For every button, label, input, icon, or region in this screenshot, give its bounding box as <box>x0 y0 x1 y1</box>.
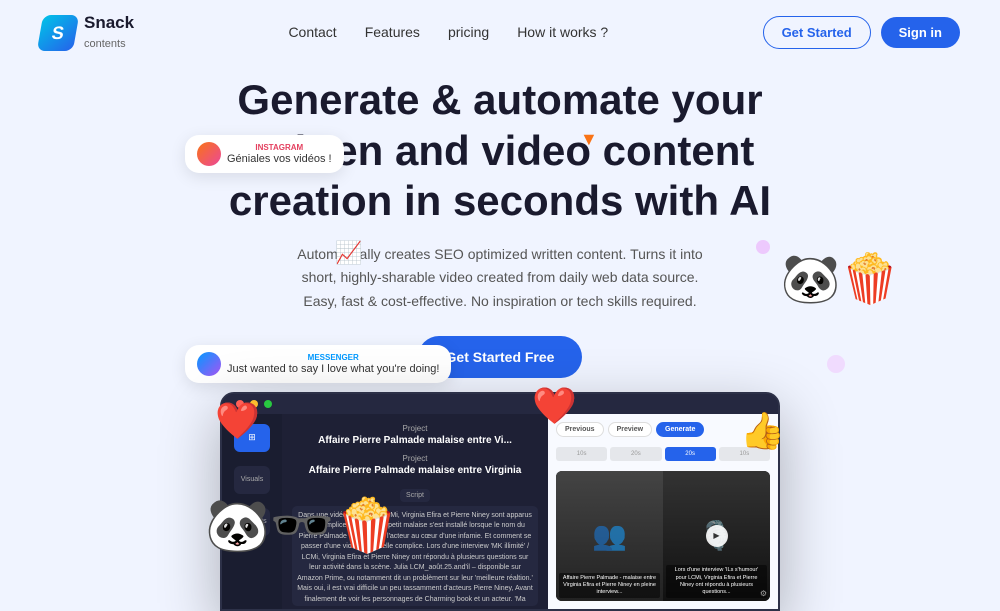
timeline-item-1[interactable]: 10s <box>556 447 607 461</box>
panda-small-emoji: 🐼🕶️🍿 <box>205 495 399 556</box>
heart-emoji-1: ❤️ <box>215 400 260 442</box>
deco-chart-icon: 📈 <box>335 240 362 266</box>
nav-how-it-works[interactable]: How it works ? <box>517 24 608 40</box>
bubble-message: Géniales vos vidéos ! <box>227 153 332 165</box>
project-title2: Affaire Pierre Palmade malaise entre Vir… <box>292 465 538 476</box>
nav-pricing[interactable]: pricing <box>448 24 489 40</box>
action-buttons: Previous Preview Generate <box>556 422 704 437</box>
heart-emoji-2: ❤️ <box>532 385 577 427</box>
nav-features[interactable]: Features <box>365 24 420 40</box>
window-maximize-dot <box>264 400 272 408</box>
instagram-bubble: INSTAGRAM Géniales vos vidéos ! <box>185 135 344 173</box>
hero-section: INSTAGRAM Géniales vos vidéos ! MESSENGE… <box>0 65 1000 611</box>
video-caption-right: Lors d'une interview 'ILs s'humour' pour… <box>666 565 767 598</box>
dash-right-topbar: Previous Preview Generate <box>556 422 770 437</box>
logo-brand: Snackcontents <box>84 14 134 51</box>
bubble-platform-2: MESSENGER <box>227 353 439 362</box>
bubble-message-2: Just wanted to say I love what you're do… <box>227 363 439 375</box>
get-started-button[interactable]: Get Started <box>763 16 871 49</box>
deco-arrow: ▼ <box>580 129 598 150</box>
video-right-panel: 🎙️ ▶ Lors d'une interview 'ILs s'humour'… <box>663 471 770 601</box>
nav-actions: Get Started Sign in <box>763 16 960 49</box>
dash-topbar <box>222 394 778 414</box>
generate-button[interactable]: Generate <box>656 422 704 437</box>
play-button[interactable]: ▶ <box>706 525 728 547</box>
nav-links: Contact Features pricing How it works ? <box>288 24 608 42</box>
project-title: Affaire Pierre Palmade malaise entre Vi.… <box>292 435 538 446</box>
project-label: Project <box>292 424 538 433</box>
bubble-avatar-2 <box>197 352 221 376</box>
script-label: Script <box>400 489 430 502</box>
video-thumbnail: 👥 Affaire Pierre Palmade - malaise entre… <box>556 471 770 601</box>
deco-circle-2 <box>827 355 845 373</box>
messenger-bubble: MESSENGER Just wanted to say I love what… <box>185 345 451 383</box>
timeline: 10s 20s 20s 10s <box>556 447 770 461</box>
timeline-item-2[interactable]: 20s <box>610 447 661 461</box>
sidebar-item-visuals[interactable]: Visuals <box>234 466 270 494</box>
video-left-panel: 👥 Affaire Pierre Palmade - malaise entre… <box>556 471 663 601</box>
preview-button[interactable]: Preview <box>608 422 652 437</box>
project-label2: Project <box>292 454 538 463</box>
deco-circle-1 <box>756 240 770 254</box>
bubble-platform: INSTAGRAM <box>227 143 332 152</box>
bubble-avatar <box>197 142 221 166</box>
bubble-content-2: MESSENGER Just wanted to say I love what… <box>227 353 439 375</box>
logo-text-block: Snackcontents <box>84 14 134 51</box>
logo-icon: S <box>37 15 79 51</box>
thumbs-up-emoji: 👍 <box>740 410 785 452</box>
bubble-content: INSTAGRAM Géniales vos vidéos ! <box>227 143 332 165</box>
nav-contact[interactable]: Contact <box>288 24 336 40</box>
timeline-item-3[interactable]: 20s <box>665 447 716 461</box>
video-caption-left: Affaire Pierre Palmade - malaise entre V… <box>559 573 660 598</box>
panda-character: 🐼🍿 <box>780 250 900 307</box>
settings-icon: ⚙ <box>760 589 767 598</box>
logo[interactable]: S Snackcontents <box>40 14 134 51</box>
sign-in-button[interactable]: Sign in <box>881 17 960 48</box>
video-inner: 👥 Affaire Pierre Palmade - malaise entre… <box>556 471 770 601</box>
navbar: S Snackcontents Contact Features pricing… <box>0 0 1000 65</box>
